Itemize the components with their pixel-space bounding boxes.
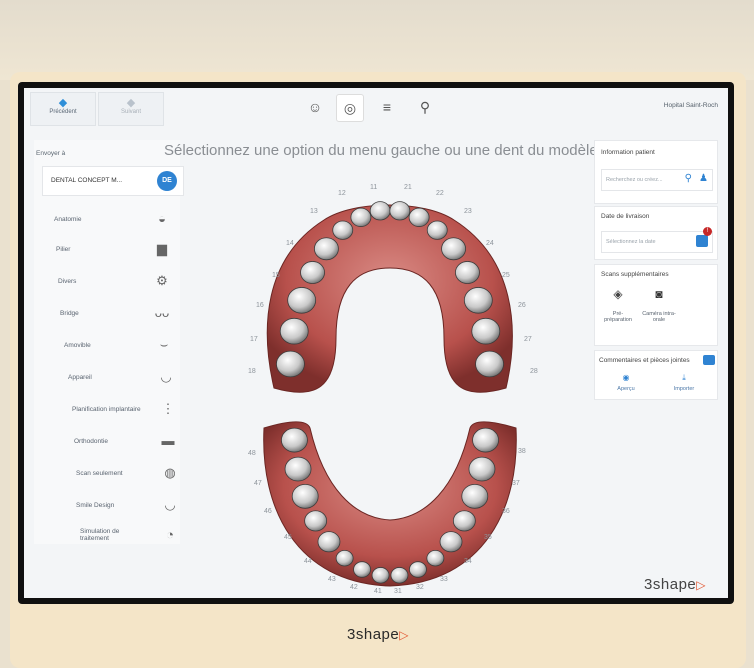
tooth[interactable] [471,317,501,345]
tooth-number: 35 [484,534,492,541]
tooth-number: 38 [518,448,526,455]
tooth[interactable] [426,549,445,567]
tooth-number: 48 [248,450,256,457]
tooth-number: 32 [416,584,424,591]
comments-section: Commentaires et pièces jointes ◉ Aperçu … [594,350,718,400]
pre-preparation-button[interactable]: ◈ Pré-préparation [601,287,635,339]
tooth[interactable] [452,510,476,532]
tooth-number: 41 [374,588,382,595]
tooth-number: 14 [286,240,294,247]
add-patient-icon[interactable]: ♟ [699,173,708,184]
brand-mark-icon: ▷ [696,578,706,592]
tooth-number: 45 [284,534,292,541]
tooth-number: 34 [464,558,472,565]
tooth-number: 43 [328,576,336,583]
calendar-icon[interactable] [696,235,708,247]
tooth-number: 44 [304,558,312,565]
eye-icon: ◉ [622,373,630,382]
patient-search-field[interactable]: Recherchez ou créez... ⚲ ♟ [601,169,713,191]
tooth[interactable] [350,207,372,227]
alert-badge: ! [703,227,712,236]
tooth[interactable] [314,237,339,261]
tooth[interactable] [281,427,308,453]
camera-icon: ◙ [655,287,663,301]
tooth-number: 36 [502,508,510,515]
patient-info-section: Information patient Recherchez ou créez.… [594,140,718,204]
tooth[interactable] [461,483,489,509]
screen-brand-logo: 3shape▷ [644,576,706,593]
tooth-number: 31 [394,588,402,595]
delivery-date-section: Date de livraison Sélectionnez la date ! [594,206,718,260]
tooth-number: 18 [248,368,256,375]
tooth[interactable] [304,510,328,532]
tooth-number: 13 [310,208,318,215]
preview-button[interactable]: ◉ Aperçu [599,373,653,395]
tooth[interactable] [353,561,371,578]
tooth[interactable] [426,220,448,240]
app-window: ◆ Précédent ◆ Suivant ☺ ◎ ≡ ⚲ Hopital Sa… [24,88,728,598]
wall-background [0,0,754,80]
monitor-brand-logo: 3shape▷ [347,626,409,643]
tooth-number: 37 [512,480,520,487]
tooth-number: 12 [338,190,346,197]
tooth[interactable] [371,567,390,584]
tooth-number: 11 [370,184,378,191]
comments-icon[interactable] [703,355,715,365]
tooth-number: 47 [254,480,262,487]
brand-mark-icon: ▷ [399,628,409,642]
tooth-number: 26 [518,302,526,309]
tooth[interactable] [409,561,427,578]
tooth[interactable] [335,549,354,567]
tooth[interactable] [463,287,493,314]
tooth-number: 27 [524,336,532,343]
tooth[interactable] [390,567,409,584]
tooth-number: 23 [464,208,472,215]
tooth-number: 24 [486,240,494,247]
tooth[interactable] [408,207,430,227]
tooth-number: 25 [502,272,510,279]
tooth[interactable] [468,456,496,482]
tooth[interactable] [287,287,317,314]
intraoral-camera-button[interactable]: ◙ Caméra intra-orale [641,287,677,339]
tooth[interactable] [317,531,341,553]
tooth-number: 28 [530,368,538,375]
tooth-number: 46 [264,508,272,515]
tooth-number: 15 [272,272,280,279]
tooth[interactable] [439,531,463,553]
tooth[interactable] [455,261,480,284]
extra-scans-section: Scans supplémentaires ◈ Pré-préparation … [594,264,718,346]
tooth-number: 22 [436,190,444,197]
tooth[interactable] [276,350,305,378]
tooth[interactable] [332,220,354,240]
tooth[interactable] [472,427,499,453]
monitor-frame: ◆ Précédent ◆ Suivant ☺ ◎ ≡ ⚲ Hopital Sa… [10,72,746,668]
tooth[interactable] [369,201,391,221]
delivery-date-field[interactable]: Sélectionnez la date ! [601,227,713,253]
scan-tooth-icon: ◈ [613,287,623,301]
tooth[interactable] [300,261,325,284]
tooth[interactable] [291,483,319,509]
tooth-number: 21 [404,184,412,191]
tooth-number: 17 [250,336,258,343]
tooth[interactable] [389,201,411,221]
import-button[interactable]: ⤓ Importer [657,373,711,395]
search-icon[interactable]: ⚲ [685,173,692,184]
tooth[interactable] [284,456,312,482]
download-icon: ⤓ [682,373,686,382]
tooth-number: 42 [350,584,358,591]
tooth[interactable] [279,317,309,345]
tooth-number: 33 [440,576,448,583]
tooth-number: 16 [256,302,264,309]
screen: ◆ Précédent ◆ Suivant ☺ ◎ ≡ ⚲ Hopital Sa… [18,82,734,604]
tooth[interactable] [475,350,504,378]
tooth[interactable] [441,237,466,261]
